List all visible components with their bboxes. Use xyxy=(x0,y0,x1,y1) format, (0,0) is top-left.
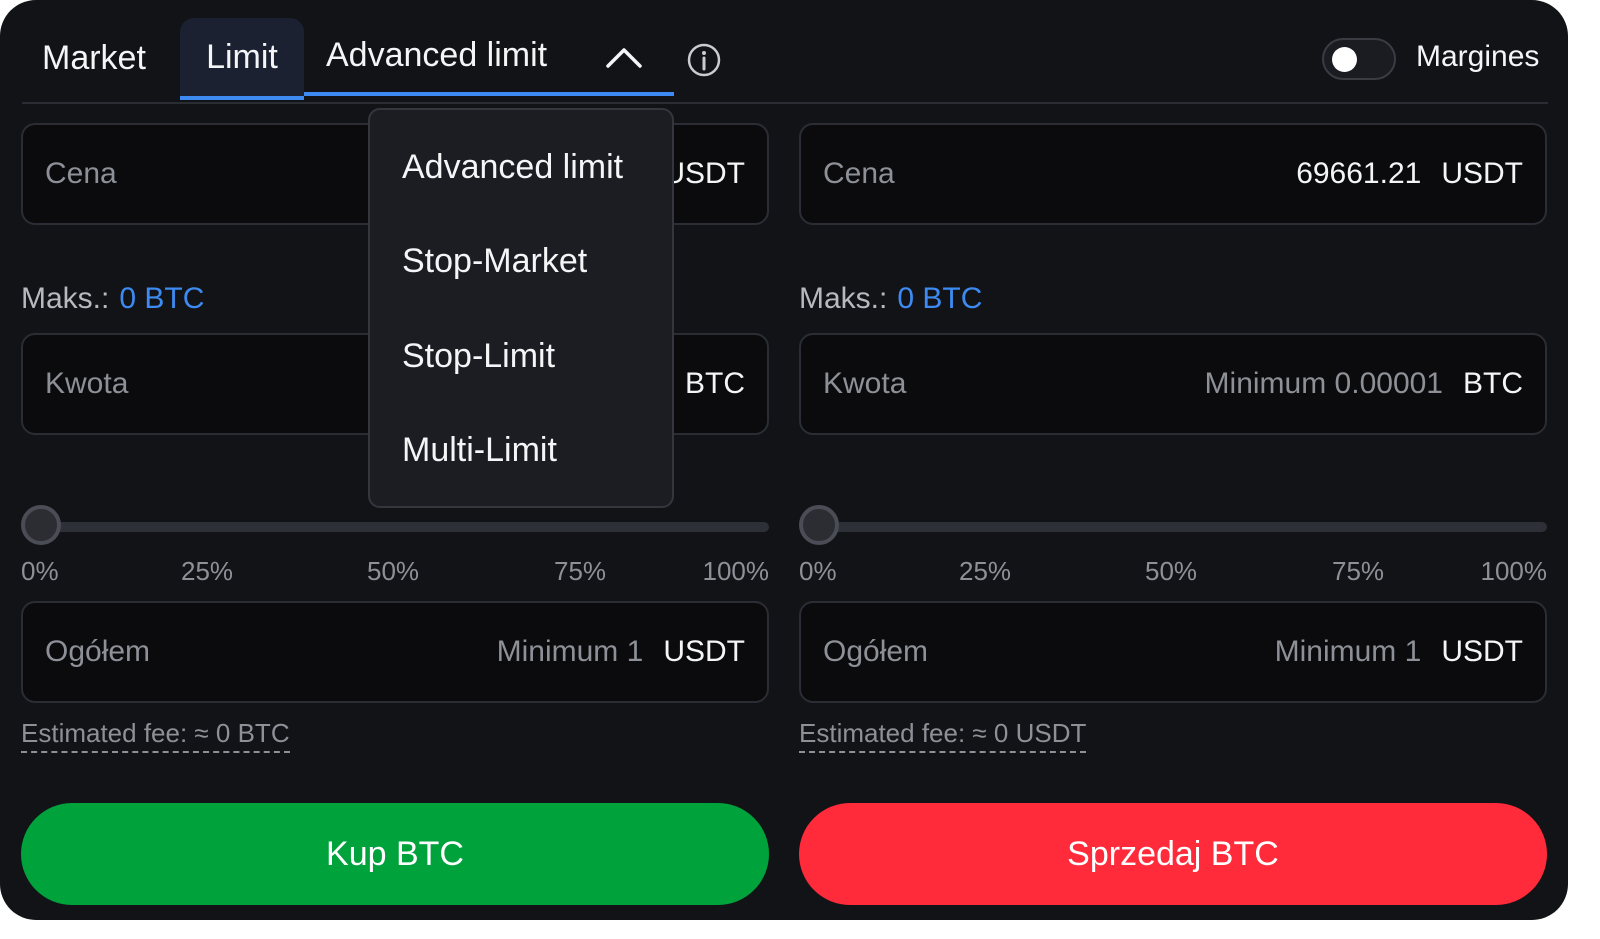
tick-50[interactable]: 50% xyxy=(1145,556,1197,587)
sell-amount-unit: BTC xyxy=(1463,367,1523,400)
slider-handle[interactable] xyxy=(799,505,839,545)
buy-slider-ticks: 0% 25% 50% 75% 100% xyxy=(21,556,769,590)
buy-amount-unit: BTC xyxy=(685,367,745,400)
tick-0[interactable]: 0% xyxy=(799,556,837,587)
sell-total-unit: USDT xyxy=(1441,635,1523,668)
sell-total-hint: Minimum 1 xyxy=(1274,635,1422,668)
sell-price-unit: USDT xyxy=(1441,157,1523,190)
buy-total-unit: USDT xyxy=(663,635,745,668)
sell-amount-hint: Minimum 0.00001 xyxy=(1204,367,1443,400)
buy-max-available: Maks.: 0 BTC xyxy=(21,282,204,316)
tick-75[interactable]: 75% xyxy=(554,556,606,587)
sell-percent-slider[interactable] xyxy=(799,505,1547,549)
tick-75[interactable]: 75% xyxy=(1332,556,1384,587)
menu-item-stop-limit[interactable]: Stop-Limit xyxy=(402,337,555,376)
buy-max-value: 0 BTC xyxy=(119,282,205,315)
menu-item-stop-market[interactable]: Stop-Market xyxy=(402,242,587,281)
menu-item-advanced-limit[interactable]: Advanced limit xyxy=(402,148,623,187)
buy-button[interactable]: Kup BTC xyxy=(21,803,769,905)
tick-50[interactable]: 50% xyxy=(367,556,419,587)
sell-max-available: Maks.: 0 BTC xyxy=(799,282,982,316)
tick-25[interactable]: 25% xyxy=(959,556,1011,587)
slider-track xyxy=(41,522,769,532)
sell-amount-label: Kwota xyxy=(823,367,907,400)
sell-price-value: 69661.21 xyxy=(1296,157,1422,190)
sell-max-label: Maks.: xyxy=(799,282,888,315)
buy-amount-label: Kwota xyxy=(45,367,129,400)
sell-estimated-fee[interactable]: Estimated fee: ≈ 0 USDT xyxy=(799,718,1087,753)
sell-form: Cena 69661.21 USDT Maks.: 0 BTC Kwota Min… xyxy=(799,0,1547,920)
slider-track xyxy=(819,522,1547,532)
sell-total-input[interactable]: Ogółem Minimum 1 USDT xyxy=(799,601,1547,703)
tick-100[interactable]: 100% xyxy=(1481,556,1548,587)
tick-0[interactable]: 0% xyxy=(21,556,59,587)
sell-button[interactable]: Sprzedaj BTC xyxy=(799,803,1547,905)
sell-slider-ticks: 0% 25% 50% 75% 100% xyxy=(799,556,1547,590)
sell-total-label: Ogółem xyxy=(823,635,929,668)
tick-100[interactable]: 100% xyxy=(703,556,770,587)
tick-25[interactable]: 25% xyxy=(181,556,233,587)
buy-total-input[interactable]: Ogółem Minimum 1 USDT xyxy=(21,601,769,703)
sell-amount-input[interactable]: Kwota Minimum 0.00001 BTC xyxy=(799,333,1547,435)
menu-item-multi-limit[interactable]: Multi-Limit xyxy=(402,431,557,470)
sell-price-label: Cena xyxy=(823,157,895,190)
sell-max-value: 0 BTC xyxy=(897,282,983,315)
buy-percent-slider[interactable] xyxy=(21,505,769,549)
slider-handle[interactable] xyxy=(21,505,61,545)
buy-price-label: Cena xyxy=(45,157,117,190)
buy-estimated-fee[interactable]: Estimated fee: ≈ 0 BTC xyxy=(21,718,290,753)
sell-price-input[interactable]: Cena 69661.21 USDT xyxy=(799,123,1547,225)
advanced-limit-menu: Advanced limit Stop-Market Stop-Limit Mu… xyxy=(368,108,674,508)
trade-panel: Market Limit Advanced limit Margines Cen… xyxy=(0,0,1568,920)
buy-total-label: Ogółem xyxy=(45,635,151,668)
buy-max-label: Maks.: xyxy=(21,282,110,315)
buy-price-unit: USDT xyxy=(663,157,745,190)
buy-total-hint: Minimum 1 xyxy=(496,635,644,668)
